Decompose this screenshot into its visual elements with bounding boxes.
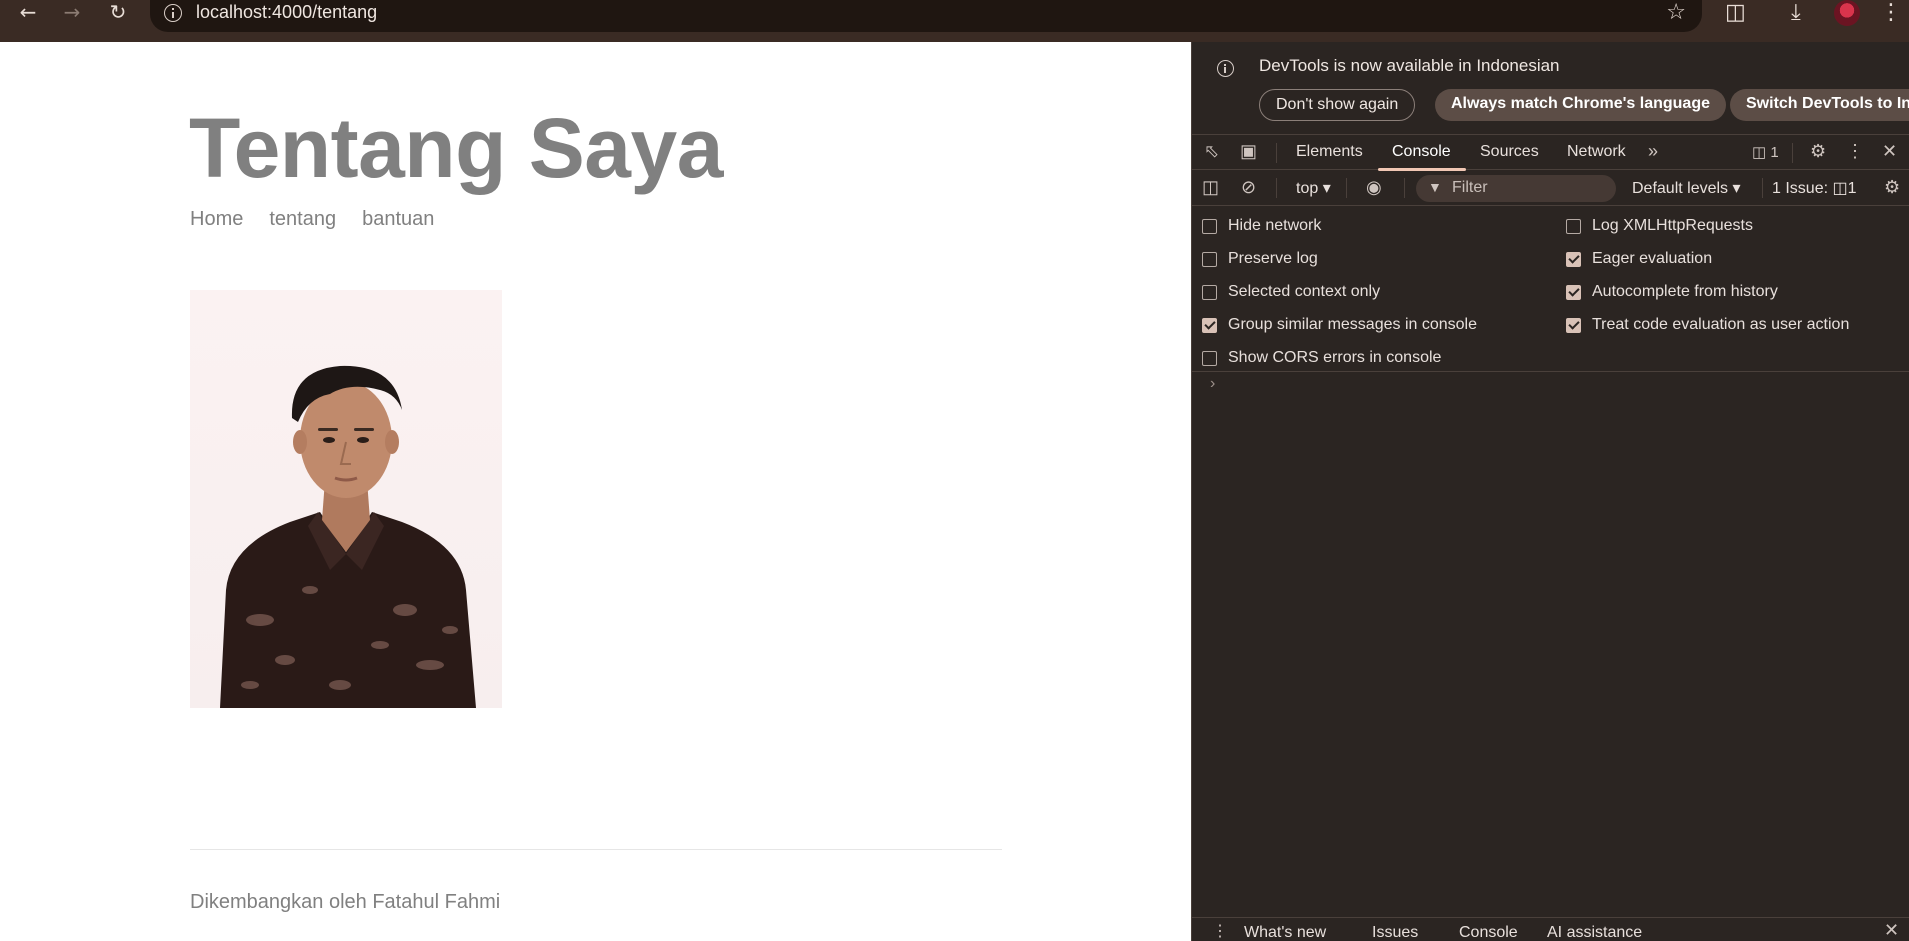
checkbox[interactable] — [1566, 218, 1581, 234]
sidebar-toggle-icon[interactable]: ◫ — [1202, 177, 1219, 198]
option-label: Autocomplete from history — [1592, 283, 1778, 300]
option-label: Show CORS errors in console — [1228, 349, 1442, 366]
console-settings: Hide network Preserve log Selected conte… — [1192, 207, 1909, 372]
option-label: Selected context only — [1228, 283, 1381, 300]
device-toolbar-icon[interactable]: ▣ — [1240, 141, 1257, 162]
issues-counter[interactable]: 1 Issue: ◫1 — [1772, 178, 1857, 198]
opt-eager-eval[interactable]: Eager evaluation — [1566, 248, 1712, 270]
dont-show-again-button[interactable]: Don't show again — [1259, 89, 1416, 121]
option-label: Eager evaluation — [1592, 250, 1713, 267]
extensions-icon[interactable]: ◫ — [1725, 0, 1746, 25]
settings-gear-icon[interactable]: ⚙ — [1810, 141, 1826, 162]
notice-text: DevTools is now available in Indonesian — [1259, 56, 1560, 75]
levels-label: Default levels — [1632, 180, 1729, 197]
info-icon — [1217, 60, 1234, 77]
profile-avatar[interactable] — [1834, 0, 1860, 26]
back-icon[interactable]: ← — [10, 0, 46, 26]
console-filter[interactable]: ▼ — [1416, 175, 1616, 202]
opt-log-xhr[interactable]: Log XMLHttpRequests — [1566, 215, 1753, 237]
opt-autocomplete[interactable]: Autocomplete from history — [1566, 281, 1778, 303]
devtools-tab-bar: ⬁ ▣ Elements Console Sources Network » ◫… — [1192, 134, 1909, 171]
forward-icon[interactable]: → — [54, 0, 90, 26]
drawer-tab-issues[interactable]: Issues — [1372, 924, 1418, 941]
option-label: Log XMLHttpRequests — [1592, 217, 1753, 234]
drawer-menu-icon[interactable]: ⋮ — [1212, 921, 1228, 941]
browser-toolbar: ← → ↻ localhost:4000/tentang ☆ ◫ ⤓ ⋮ — [0, 0, 1909, 42]
checkbox[interactable] — [1202, 251, 1217, 267]
nav-link-home[interactable]: Home — [190, 208, 243, 231]
address-bar[interactable]: localhost:4000/tentang ☆ — [150, 0, 1702, 32]
drawer-tab-console[interactable]: Console — [1459, 924, 1518, 941]
more-options-icon[interactable]: ⋮ — [1846, 141, 1864, 162]
site-info-icon[interactable] — [164, 4, 182, 22]
switch-language-button[interactable]: Switch DevTools to Inc — [1730, 89, 1909, 121]
option-label: Group similar messages in console — [1228, 316, 1477, 333]
checkbox[interactable] — [1202, 284, 1217, 300]
log-levels-dropdown[interactable]: Default levels ▾ — [1632, 178, 1741, 198]
live-expression-eye-icon[interactable]: ◉ — [1366, 177, 1382, 198]
checkbox[interactable] — [1566, 284, 1581, 300]
footer-divider — [190, 849, 1002, 850]
more-tabs-icon[interactable]: » — [1648, 141, 1658, 162]
devtools-drawer: ⋮ What's new Issues Console AI assistanc… — [1192, 917, 1909, 941]
message-count: 1 — [1770, 144, 1779, 161]
checkbox[interactable] — [1202, 350, 1217, 366]
console-toolbar: ◫ ⊘ top ▾ ◉ ▼ Default levels ▾ 1 Issue: … — [1192, 171, 1909, 206]
console-prompt-chevron-icon[interactable]: › — [1210, 375, 1215, 393]
opt-group-similar[interactable]: Group similar messages in console — [1202, 314, 1477, 336]
option-label: Hide network — [1228, 217, 1322, 234]
devtools-panel: DevTools is now available in Indonesian … — [1191, 42, 1909, 941]
page-content: Tentang Saya Home tentang bantuan Dikemb… — [0, 42, 1191, 941]
filter-input[interactable] — [1452, 178, 1602, 198]
menu-icon[interactable]: ⋮ — [1880, 0, 1902, 25]
footer-credit: Dikembangkan oleh Fatahul Fahmi — [190, 891, 501, 913]
nav-link-bantuan[interactable]: bantuan — [362, 208, 434, 231]
filter-icon: ▼ — [1428, 179, 1442, 195]
inspect-element-icon[interactable]: ⬁ — [1204, 141, 1219, 162]
issues-label: 1 Issue: — [1772, 180, 1829, 197]
page-title: Tentang Saya — [189, 101, 723, 195]
checkbox[interactable] — [1202, 317, 1217, 333]
url-text[interactable]: localhost:4000/tentang — [196, 2, 377, 23]
opt-hide-network[interactable]: Hide network — [1202, 215, 1321, 237]
context-selector[interactable]: top ▾ — [1296, 178, 1331, 198]
tab-console[interactable]: Console — [1392, 143, 1451, 161]
option-label: Preserve log — [1228, 250, 1318, 267]
opt-preserve-log[interactable]: Preserve log — [1202, 248, 1318, 270]
tab-sources[interactable]: Sources — [1480, 143, 1539, 161]
drawer-tab-ai-assistance[interactable]: AI assistance — [1547, 924, 1642, 941]
option-label: Treat code evaluation as user action — [1592, 316, 1850, 333]
checkbox[interactable] — [1566, 317, 1581, 333]
issues-count: 1 — [1847, 180, 1857, 197]
messages-badge[interactable]: ◫ 1 — [1752, 143, 1779, 161]
opt-treat-user-action[interactable]: Treat code evaluation as user action — [1566, 314, 1849, 336]
profile-photo — [190, 290, 502, 708]
close-devtools-icon[interactable]: ✕ — [1882, 141, 1897, 162]
checkbox[interactable] — [1566, 251, 1581, 267]
opt-selected-context[interactable]: Selected context only — [1202, 281, 1380, 303]
download-icon[interactable]: ⤓ — [1791, 0, 1801, 25]
console-settings-gear-icon[interactable]: ⚙ — [1884, 177, 1900, 198]
drawer-tab-whats-new[interactable]: What's new — [1244, 924, 1326, 941]
bookmark-star-icon[interactable]: ☆ — [1666, 0, 1686, 25]
tab-network[interactable]: Network — [1567, 143, 1626, 161]
site-nav: Home tentang bantuan — [190, 208, 434, 231]
opt-show-cors[interactable]: Show CORS errors in console — [1202, 347, 1441, 369]
close-drawer-icon[interactable]: ✕ — [1884, 920, 1899, 941]
always-match-language-button[interactable]: Always match Chrome's language — [1435, 89, 1726, 121]
checkbox[interactable] — [1202, 218, 1217, 234]
language-notice: DevTools is now available in Indonesian … — [1192, 42, 1909, 132]
tab-elements[interactable]: Elements — [1296, 143, 1363, 161]
reload-icon[interactable]: ↻ — [100, 0, 136, 26]
nav-link-tentang[interactable]: tentang — [269, 208, 336, 231]
clear-console-icon[interactable]: ⊘ — [1241, 177, 1256, 198]
context-label: top — [1296, 180, 1319, 197]
